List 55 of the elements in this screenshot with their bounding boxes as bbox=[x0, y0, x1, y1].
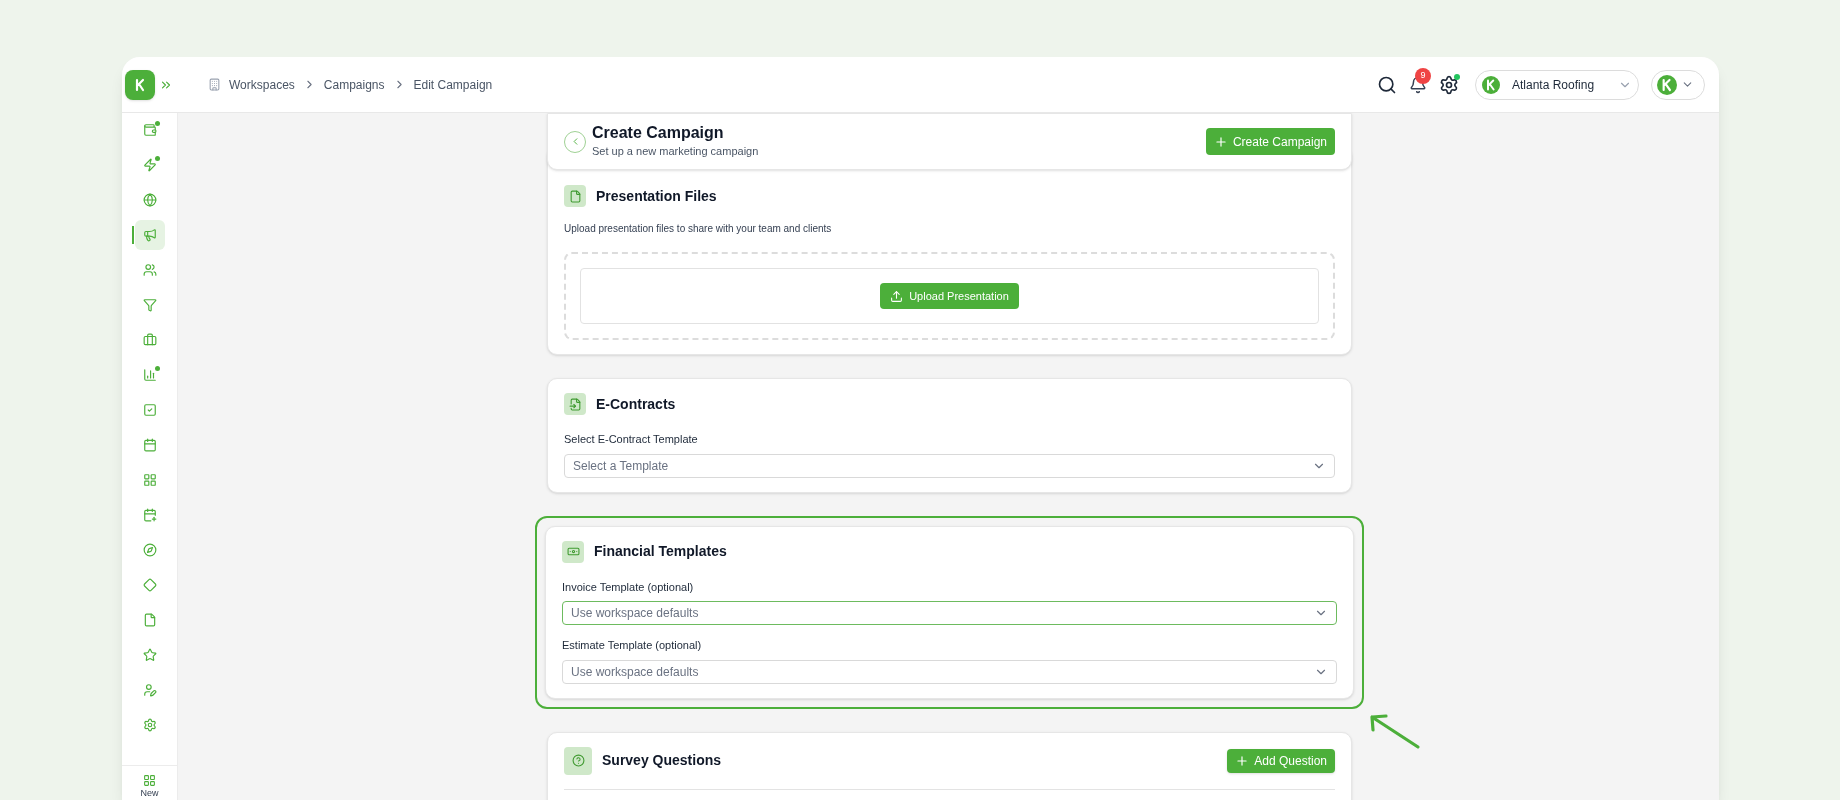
add-question-button[interactable]: Add Question bbox=[1227, 748, 1335, 773]
upload-button[interactable]: Upload Presentation bbox=[880, 283, 1019, 309]
breadcrumb-link[interactable]: Workspaces bbox=[229, 75, 295, 94]
section-title: Survey Questions bbox=[602, 751, 722, 770]
grid-icon bbox=[142, 473, 157, 487]
logo-icon bbox=[1482, 75, 1500, 94]
filter-icon bbox=[142, 298, 157, 312]
app-logo[interactable] bbox=[125, 69, 155, 100]
grid-icon bbox=[143, 773, 156, 787]
section-description: Upload presentation files to share with your team and clients bbox=[564, 222, 833, 236]
field-label: Estimate Template (optional) bbox=[562, 638, 703, 653]
plus-icon bbox=[1235, 753, 1250, 768]
file-icon bbox=[564, 185, 586, 207]
template-select[interactable]: Use workspace defaults bbox=[562, 601, 1337, 625]
user-pen-icon bbox=[142, 683, 157, 697]
building-icon bbox=[208, 78, 221, 91]
upload-icon bbox=[890, 289, 904, 303]
logo-icon bbox=[1657, 74, 1677, 95]
settings-icon[interactable] bbox=[1439, 74, 1459, 95]
breadcrumb-link[interactable]: Edit Campaign bbox=[413, 75, 493, 94]
plus-icon bbox=[1213, 134, 1228, 149]
lightning-icon bbox=[142, 158, 157, 172]
create-campaign-button[interactable]: Create Campaign bbox=[1205, 128, 1335, 155]
page-subtitle: Set up a new marketing campaign bbox=[592, 144, 759, 160]
search-icon[interactable] bbox=[1377, 74, 1397, 95]
field-label: Select E-Contract Template bbox=[564, 432, 699, 447]
upload-dropzone[interactable]: Upload Presentation bbox=[564, 252, 1335, 340]
banknote-icon bbox=[562, 540, 584, 563]
section-title: Presentation Files bbox=[596, 186, 717, 206]
wallet-icon bbox=[142, 123, 157, 137]
file-icon bbox=[142, 613, 157, 627]
briefcase-icon bbox=[142, 333, 157, 347]
users-icon bbox=[142, 263, 157, 277]
field-label: Invoice Template (optional) bbox=[562, 579, 695, 595]
diamond-icon bbox=[142, 578, 157, 592]
star-icon bbox=[142, 648, 157, 662]
notification-badge: 9 bbox=[1415, 67, 1431, 84]
template-select[interactable]: Use workspace defaults bbox=[562, 659, 1337, 684]
breadcrumb-link[interactable]: Campaigns bbox=[323, 75, 385, 94]
logo-letter-icon bbox=[133, 77, 147, 92]
megaphone-icon bbox=[142, 228, 157, 242]
sidebar-item[interactable] bbox=[134, 220, 165, 250]
page-title: Create Campaign bbox=[592, 123, 725, 144]
section-title: E-Contracts bbox=[596, 394, 676, 414]
new-button[interactable]: New bbox=[140, 773, 159, 800]
question-icon bbox=[564, 746, 592, 775]
template-select[interactable]: Select a Template bbox=[564, 453, 1335, 478]
calendar-icon bbox=[142, 438, 157, 452]
calendar-plus-icon bbox=[142, 508, 157, 522]
globe-icon bbox=[142, 193, 157, 207]
bar-chart-icon bbox=[142, 368, 157, 382]
checkbox-icon bbox=[142, 403, 157, 417]
section-title: Financial Templates bbox=[594, 542, 727, 561]
settings-icon bbox=[142, 718, 157, 732]
compass-icon bbox=[142, 543, 157, 557]
